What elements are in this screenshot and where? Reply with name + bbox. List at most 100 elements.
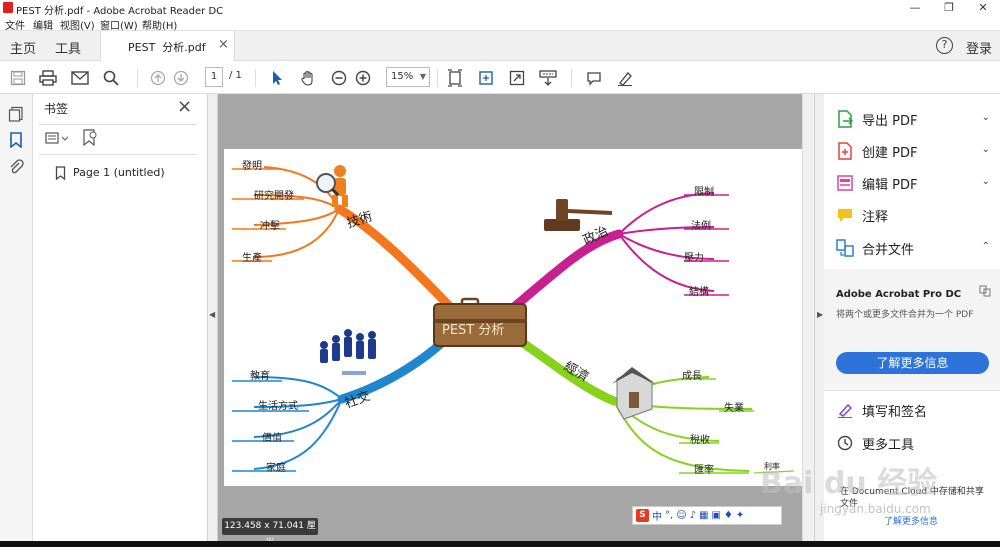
acrobat-app-icon (3, 2, 13, 13)
chevron-down-icon: ▼ (419, 72, 426, 81)
menu-view[interactable]: 视图(V) (60, 17, 95, 32)
keyboard-icon[interactable]: ▦ (699, 510, 708, 521)
new-bookmark-icon[interactable] (82, 129, 98, 150)
chevron-right-icon: ▶ (817, 310, 824, 319)
wrench-icon[interactable]: ✦ (736, 510, 744, 521)
watermark-url: jingyan.baidu.com (820, 502, 931, 516)
tech-item-3: 冲擊 (260, 221, 280, 232)
sign-pen-icon[interactable] (614, 67, 636, 89)
social-item-3: 價值 (262, 433, 282, 444)
tech-item-1: 發明 (242, 161, 262, 172)
chevron-down-icon: ⌄ (981, 176, 990, 187)
help-icon[interactable]: ? (936, 37, 953, 54)
politics-item-3: 壓力 (684, 253, 704, 264)
economy-item-3: 稅收 (690, 435, 710, 446)
create-pdf-item[interactable]: 创建 PDF ⌄ (836, 138, 996, 164)
export-pdf-item[interactable]: 导出 PDF ⌄ (836, 106, 996, 132)
bookmarks-title: 书签 (44, 102, 69, 116)
left-nav-rail (0, 94, 33, 547)
search-icon[interactable] (100, 67, 122, 89)
fill-sign-item[interactable]: 填写和签名 (836, 397, 996, 423)
menu-bar: 文件 编辑 视图(V) 窗口(W) 帮助(H) (0, 16, 1000, 32)
politics-item-2: 法例 (691, 221, 711, 232)
read-mode-icon[interactable] (537, 67, 559, 89)
login-button[interactable]: 登录 (966, 38, 992, 57)
mind-map (232, 165, 795, 474)
social-item-2: 生活方式 (258, 401, 298, 412)
comment-tool-icon[interactable] (583, 67, 605, 89)
close-window-button[interactable]: ✕ (966, 0, 1000, 16)
zoom-level-value: 15% (391, 71, 414, 82)
politics-item-1: 限制 (694, 187, 714, 198)
minimize-button[interactable]: — (898, 0, 932, 16)
bookmark-item[interactable]: Page 1 (untitled) (55, 166, 195, 182)
fit-page-icon[interactable] (444, 67, 466, 89)
watermark: Bai du 经验 (760, 466, 938, 501)
combine-small-icon (979, 285, 991, 300)
bookmark-options-icon[interactable] (45, 131, 69, 148)
tab-tools[interactable]: 工具 (55, 38, 81, 57)
next-page-icon[interactable] (170, 67, 192, 89)
hand-tool-icon[interactable] (297, 67, 319, 89)
taskbar (0, 541, 1000, 547)
panel-divider (39, 154, 197, 155)
tab-close-button[interactable]: × (218, 37, 229, 52)
bookmarks-icon[interactable] (9, 132, 23, 151)
menu-help[interactable]: 帮助(H) (142, 17, 177, 32)
learn-more-button[interactable]: 了解更多信息 (836, 352, 989, 374)
ime-punct[interactable]: °, (665, 510, 673, 521)
comment-item[interactable]: 注释 (836, 202, 996, 228)
economy-item-2: 失業 (724, 403, 744, 414)
menu-file[interactable]: 文件 (5, 17, 25, 32)
fill-sign-icon (836, 401, 854, 419)
page-number-input[interactable]: 1 (205, 67, 223, 87)
maximize-button[interactable]: ❐ (932, 0, 966, 16)
panel-divider (39, 124, 197, 125)
attachments-icon[interactable] (8, 158, 24, 177)
emoji-icon[interactable]: ☺ (676, 510, 686, 521)
toolbar-separator (137, 69, 138, 87)
toolbar-separator (571, 69, 572, 87)
edit-pdf-icon (836, 174, 854, 192)
print-icon[interactable] (37, 67, 59, 89)
bookmark-icon (55, 166, 66, 180)
chevron-down-icon: ⌄ (981, 112, 990, 123)
page-total-label: / 1 (229, 70, 242, 81)
tech-item-4: 生產 (242, 253, 262, 264)
toolbox-icon[interactable]: ▣ (711, 510, 720, 521)
tab-bar: 主页 工具 PEST 分析.pdf × ? 登录 (0, 31, 1000, 61)
save-icon[interactable] (7, 67, 29, 89)
economy-item-4: 匯率 (694, 465, 714, 476)
edit-pdf-item[interactable]: 编辑 PDF ⌄ (836, 170, 996, 196)
email-icon[interactable] (69, 67, 91, 89)
menu-edit[interactable]: 编辑 (33, 17, 53, 32)
zoom-out-icon[interactable] (328, 67, 350, 89)
zoom-level-select[interactable]: 15% ▼ (386, 67, 430, 87)
combine-files-item[interactable]: 合并文件 ⌃ (836, 235, 996, 261)
chevron-up-icon: ⌃ (981, 241, 990, 252)
document-view[interactable]: 發明 研究開發 冲擊 生產 技術 限制 法例 壓力 結構 政治 PEST 分析 … (218, 94, 802, 547)
more-tools-item[interactable]: 更多工具 (836, 430, 996, 456)
ime-toolbar[interactable]: S 中 °, ☺ ♪ ▦ ▣ ♦ ✦ (632, 506, 782, 525)
menu-window[interactable]: 窗口(W) (100, 17, 138, 32)
social-item-1: 教育 (250, 371, 270, 382)
collapse-left-pane-button[interactable]: ◀ (208, 94, 218, 547)
tab-home[interactable]: 主页 (10, 38, 36, 57)
chevron-down-icon: ⌄ (981, 144, 990, 155)
previous-page-icon[interactable] (147, 67, 169, 89)
close-panel-button[interactable]: × (177, 96, 192, 117)
select-cursor-icon[interactable] (266, 67, 288, 89)
full-screen-icon[interactable] (506, 67, 528, 89)
social-item-4: 家庭 (266, 463, 286, 474)
page-thumbnails-icon[interactable] (8, 106, 24, 125)
combine-files-label: 合并文件 (862, 242, 915, 258)
rotate-view-icon[interactable] (475, 67, 497, 89)
zoom-in-icon[interactable] (352, 67, 374, 89)
edit-pdf-label: 编辑 PDF (862, 177, 918, 193)
skin-icon[interactable]: ♦ (724, 510, 733, 521)
ime-lang[interactable]: 中 (652, 508, 662, 523)
tab-document[interactable]: PEST 分析.pdf × (100, 31, 235, 61)
microphone-icon[interactable]: ♪ (690, 510, 696, 521)
toolbar-separator (255, 69, 256, 87)
pdf-page: 發明 研究開發 冲擊 生產 技術 限制 法例 壓力 結構 政治 PEST 分析 … (224, 149, 802, 486)
